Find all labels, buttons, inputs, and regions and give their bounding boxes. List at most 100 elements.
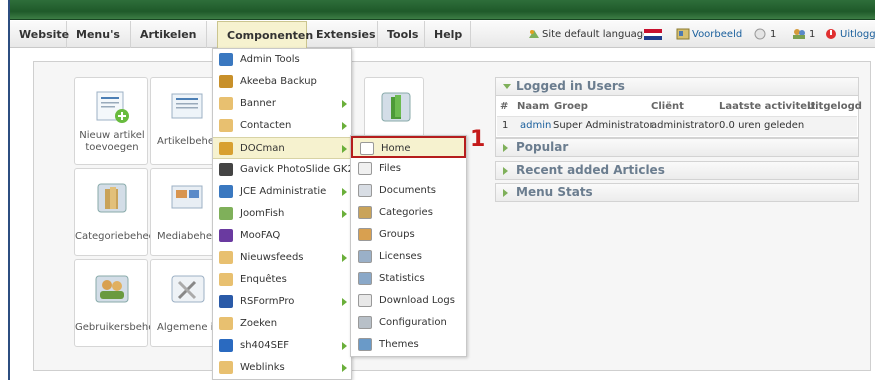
expand-icon xyxy=(503,189,508,197)
menu-item-joomfish[interactable]: JoomFish xyxy=(213,203,351,225)
user-name-link[interactable]: admin xyxy=(520,117,551,135)
submenu-item-download-logs[interactable]: Download Logs xyxy=(351,290,466,312)
user-group: Super Administrator xyxy=(553,120,654,131)
dutch-flag-icon[interactable] xyxy=(644,29,662,40)
section-menu-stats[interactable]: Menu Stats xyxy=(495,183,859,202)
menu-item-label: MooFAQ xyxy=(240,230,281,241)
menu-tools[interactable]: Tools xyxy=(378,21,425,48)
global-config-icon xyxy=(171,275,205,303)
menu-item-label: RSFormPro xyxy=(240,296,295,307)
submenu-item-label: Categories xyxy=(379,207,433,218)
menu-item-enqu-tes[interactable]: Enquêtes xyxy=(213,269,351,291)
section-logged-in-users[interactable]: Logged in Users xyxy=(495,77,859,96)
extension-icon xyxy=(381,92,411,122)
configuration-icon xyxy=(358,316,372,329)
submenu-arrow-icon xyxy=(342,342,347,350)
menu-extensies[interactable]: Extensies xyxy=(307,21,378,48)
docman-icon xyxy=(219,142,233,155)
submenu-item-label: Configuration xyxy=(379,317,447,328)
user-manager-icon xyxy=(95,275,129,303)
submenu-item-categories[interactable]: Categories xyxy=(351,202,466,224)
messages-icon xyxy=(754,28,766,40)
menu-item-label: Weblinks xyxy=(240,362,285,373)
submenu-arrow-icon xyxy=(342,145,347,153)
menu-item-label: Contacten xyxy=(240,120,292,131)
menu-item-gavick-photoslide-gk2[interactable]: Gavick PhotoSlide GK2 xyxy=(213,159,354,181)
menu-componenten[interactable]: Componenten xyxy=(217,21,313,48)
submenu-item-licenses[interactable]: Licenses xyxy=(351,246,466,268)
submenu-arrow-icon xyxy=(342,364,347,372)
menu-item-weblinks[interactable]: Weblinks xyxy=(213,357,351,379)
submenu-item-files[interactable]: Files xyxy=(351,158,466,180)
components-dropdown: Admin Tools Akeeba Backup Banner Contacten D… xyxy=(212,48,354,380)
submenu-item-label: Download Logs xyxy=(379,295,455,306)
preview-link[interactable]: Voorbeeld xyxy=(692,21,742,48)
submenu-item-home[interactable]: Home xyxy=(351,136,466,158)
menu-item-docman[interactable]: DOCman xyxy=(213,137,351,159)
submenu-item-themes[interactable]: Themes xyxy=(351,334,466,356)
submenu-item-label: Documents xyxy=(379,185,437,196)
section-title: Recent added Articles xyxy=(516,163,665,177)
component-icon xyxy=(219,361,233,374)
menu-item-sh404sef[interactable]: sh404SEF xyxy=(213,335,351,357)
preview-icon xyxy=(676,28,690,40)
submenu-arrow-icon xyxy=(342,188,347,196)
menu-artikelen[interactable]: Artikelen xyxy=(131,21,207,48)
submenu-item-label: Themes xyxy=(379,339,419,350)
menu-item-nieuwsfeeds[interactable]: Nieuwsfeeds xyxy=(213,247,351,269)
section-title: Logged in Users xyxy=(516,79,625,93)
tile-new-article[interactable]: Nieuw artikel toevoegen xyxy=(74,77,148,165)
rsform-icon xyxy=(219,295,233,308)
shield-icon xyxy=(219,53,233,66)
column-header[interactable]: Cliënt xyxy=(651,98,684,115)
submenu-item-label: Licenses xyxy=(379,251,422,262)
menu-item-zoeken[interactable]: Zoeken xyxy=(213,313,351,335)
user-activity: 0.0 uren geleden xyxy=(719,120,805,131)
user-client: administrator xyxy=(651,120,719,131)
home-icon xyxy=(360,142,374,155)
tile-category-manager[interactable]: Categoriebeheer xyxy=(74,168,159,256)
menu-item-akeeba-backup[interactable]: Akeeba Backup xyxy=(213,71,351,93)
submenu-item-label: Files xyxy=(379,163,401,174)
menu-item-moofaq[interactable]: MooFAQ xyxy=(213,225,351,247)
akeeba-icon xyxy=(219,75,233,88)
tile-user-manager[interactable]: Gebruikersbeheer xyxy=(74,259,165,347)
submenu-item-documents[interactable]: Documents xyxy=(351,180,466,202)
language-icon xyxy=(529,30,539,38)
section-title: Popular xyxy=(516,140,569,154)
menu-item-contacten[interactable]: Contacten xyxy=(213,115,351,137)
column-header[interactable]: Uitgelogd xyxy=(807,98,862,115)
submenu-item-statistics[interactable]: Statistics xyxy=(351,268,466,290)
messages-count[interactable]: 1 xyxy=(770,21,776,48)
themes-icon xyxy=(358,338,372,351)
expand-icon xyxy=(503,167,508,175)
main-menu-bar: Website Menu's Artikelen Componenten Ext… xyxy=(10,21,875,48)
section-recent-articles[interactable]: Recent added Articles xyxy=(495,161,859,180)
submenu-item-configuration[interactable]: Configuration xyxy=(351,312,466,334)
submenu-item-groups[interactable]: Groups xyxy=(351,224,466,246)
users-count[interactable]: 1 xyxy=(809,21,815,48)
sh404sef-icon xyxy=(219,339,233,352)
section-popular[interactable]: Popular xyxy=(495,138,859,157)
column-header[interactable]: Laatste activiteit xyxy=(719,98,815,115)
menu-item-jce-administratie[interactable]: JCE Administratie xyxy=(213,181,351,203)
menu-item-label: Nieuwsfeeds xyxy=(240,252,304,263)
menu-menus[interactable]: Menu's xyxy=(67,21,131,48)
component-icon xyxy=(219,273,233,286)
menu-help[interactable]: Help xyxy=(425,21,471,48)
menu-item-banner[interactable]: Banner xyxy=(213,93,351,115)
submenu-arrow-icon xyxy=(342,210,347,218)
column-header[interactable]: Groep xyxy=(554,98,588,115)
download-logs-icon xyxy=(358,294,372,307)
callout-number: 1 xyxy=(470,127,486,152)
menu-website[interactable]: Website xyxy=(10,21,69,48)
column-header: # xyxy=(500,101,509,112)
column-header[interactable]: Naam xyxy=(517,98,549,115)
menu-item-rsformpro[interactable]: RSFormPro xyxy=(213,291,351,313)
menu-item-label: Enquêtes xyxy=(240,274,287,285)
logout-link[interactable]: Uitloggen xyxy=(840,21,875,48)
statistics-icon xyxy=(358,272,372,285)
tile-label: Nieuw artikel toevoegen xyxy=(79,130,145,153)
window-frame xyxy=(8,0,10,380)
menu-item-admin-tools[interactable]: Admin Tools xyxy=(213,49,351,71)
